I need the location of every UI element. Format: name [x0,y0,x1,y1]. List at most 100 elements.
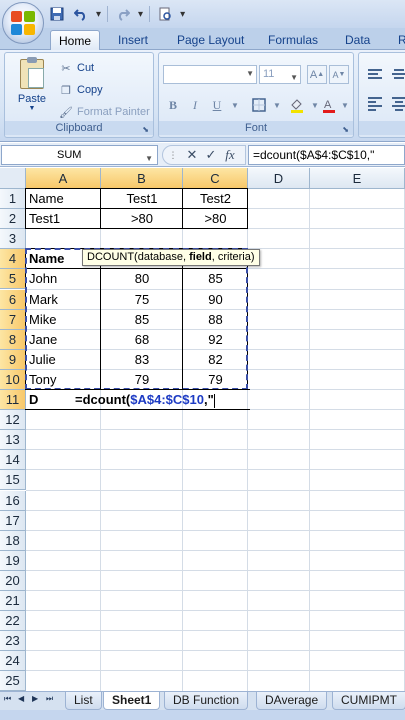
worksheet-grid[interactable]: A B C D E 1 2 3 4 5 6 7 8 9 10 11 12 13 14 15 16 17 18 19 20 21 22… [0,168,405,712]
first-sheet-icon[interactable]: ⏮ [4,694,11,704]
redo-dropdown-icon[interactable]: ▾ [138,9,143,20]
column-header-e[interactable]: E [310,168,405,189]
align-middle-button[interactable] [389,65,405,83]
column-header-c[interactable]: C [183,168,248,189]
row-header-2[interactable]: 2 [0,209,26,230]
gridline-horizontal [26,509,405,511]
cut-button[interactable]: ✂ Cut [59,59,94,77]
row-header-25[interactable]: 25 [0,671,26,692]
select-all-corner[interactable] [0,168,26,189]
sheet-tab-daverage[interactable]: DAverage [256,692,328,710]
tab-review[interactable]: R [390,30,405,50]
cancel-icon[interactable]: ✕ [186,147,198,163]
align-top-button[interactable] [365,65,385,83]
tab-insert[interactable]: Insert [110,30,156,50]
resize-handle-icon[interactable]: ⋮ [167,150,179,161]
name-box[interactable]: SUM ▼ [1,145,158,165]
column-header-a[interactable]: A [26,168,101,189]
qat-separator [107,6,109,22]
office-button[interactable] [2,2,44,44]
cut-label: Cut [77,62,95,74]
column-header-d[interactable]: D [248,168,310,189]
font-name-select[interactable]: ▼ [163,65,257,84]
gridline-horizontal [26,429,405,431]
row-header-23[interactable]: 23 [0,631,26,652]
gridline-horizontal [26,610,405,612]
format-painter-button[interactable]: 🖌 Format Painter [59,103,150,121]
row-header-10[interactable]: 10 [0,369,26,390]
paste-dropdown-icon[interactable]: ▼ [29,105,36,112]
function-tooltip[interactable]: DCOUNT(database, field, criteria) [82,249,260,266]
paste-label: Paste [17,93,47,105]
gridline-horizontal [26,549,405,551]
font-size-select[interactable]: 11 ▼ [259,65,301,84]
underline-button[interactable]: U [207,95,227,115]
formula-buttons: ⋮ ✕ ✓ fx [162,145,246,165]
prev-sheet-icon[interactable]: ◀ [18,694,24,703]
row-header-9[interactable]: 9 [0,349,26,370]
borders-button[interactable] [249,95,269,115]
sheet-tab-bar: ⏮ ◀ ▶ ⏭ List Sheet1 DB Function DAverage… [0,691,405,710]
row-header-7[interactable]: 7 [0,309,26,330]
fill-color-button[interactable] [287,95,307,115]
sheet-tab-cumipmt[interactable]: CUMIPMT [332,692,405,710]
enter-check-icon[interactable]: ✓ [205,147,217,163]
align-left-button[interactable] [365,95,385,113]
tab-formulas[interactable]: Formulas [260,30,326,50]
row-header-18[interactable]: 18 [0,530,26,551]
row-header-12[interactable]: 12 [0,410,26,431]
row-header-6[interactable]: 6 [0,289,26,310]
gridline-horizontal [26,469,405,471]
row-header-14[interactable]: 14 [0,450,26,471]
row-header-16[interactable]: 16 [0,490,26,511]
row-header-3[interactable]: 3 [0,229,26,250]
next-sheet-icon[interactable]: ▶ [32,694,38,703]
qat-customize-icon[interactable]: ▾ [180,9,185,20]
bold-button[interactable]: B [163,95,183,115]
tab-data[interactable]: Data [337,30,378,50]
copy-button[interactable]: ❐ Copy [59,81,103,99]
sheet-tab-sheet1[interactable]: Sheet1 [103,692,161,710]
row-header-1[interactable]: 1 [0,189,26,210]
undo-icon[interactable] [72,5,90,23]
clipboard-launcher-icon[interactable]: ⬊ [142,125,149,134]
print-preview-icon[interactable] [156,5,174,23]
insert-function-icon[interactable]: fx [224,147,236,163]
row-header-22[interactable]: 22 [0,611,26,632]
row-header-8[interactable]: 8 [0,329,26,350]
criteria-border [25,188,101,210]
row-header-20[interactable]: 20 [0,570,26,591]
formula-input[interactable]: =dcount($A$4:$C$10," [248,145,405,165]
row-header-4[interactable]: 4 [0,249,26,270]
tab-page-layout[interactable]: Page Layout [169,30,252,50]
criteria-border [100,188,183,210]
last-sheet-icon[interactable]: ⏭ [46,694,53,704]
row-header-21[interactable]: 21 [0,591,26,612]
underline-dropdown-icon[interactable]: ▼ [225,95,245,115]
row-header-13[interactable]: 13 [0,430,26,451]
row-header-19[interactable]: 19 [0,550,26,571]
sheet-tab-list[interactable]: List [65,692,102,710]
font-launcher-icon[interactable]: ⬊ [342,125,349,134]
grow-font-button[interactable]: A ▲ [307,65,327,84]
font-color-dropdown-icon[interactable]: ▼ [335,95,355,115]
borders-dropdown-icon[interactable]: ▼ [267,95,287,115]
align-center-button[interactable] [389,95,405,113]
row-header-15[interactable]: 15 [0,470,26,491]
italic-button[interactable]: I [185,95,205,115]
row-header-11[interactable]: 11 [0,390,26,411]
paste-button[interactable]: Paste ▼ [11,57,53,115]
save-icon[interactable] [48,5,66,23]
tab-home[interactable]: Home [50,30,101,50]
redo-icon[interactable] [114,5,132,23]
column-header-b[interactable]: B [101,168,183,189]
undo-dropdown-icon[interactable]: ▾ [96,9,101,20]
shrink-font-button[interactable]: A ▼ [329,65,349,84]
sheet-tab-db-function[interactable]: DB Function [164,692,249,710]
font-group-label: Font [159,121,353,135]
gridline-horizontal [26,670,405,672]
row-header-17[interactable]: 17 [0,510,26,531]
row-header-5[interactable]: 5 [0,269,26,290]
chevron-down-icon: ▼ [246,69,254,78]
row-header-24[interactable]: 24 [0,651,26,672]
